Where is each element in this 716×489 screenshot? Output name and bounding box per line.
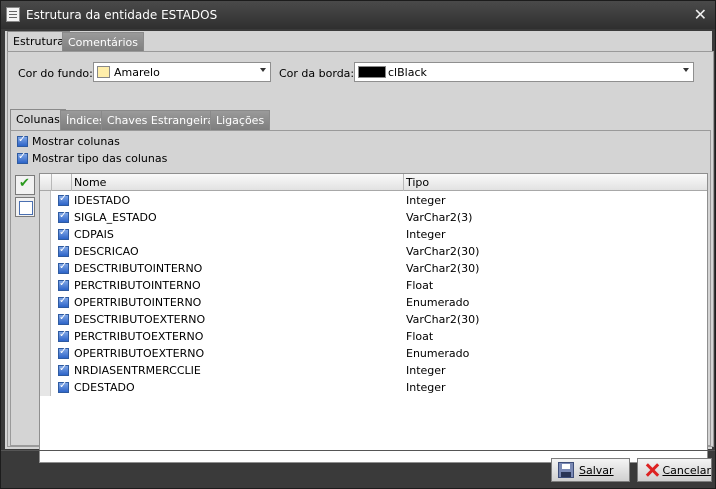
grid-header: Nome Tipo xyxy=(40,174,707,191)
row-checkbox[interactable] xyxy=(58,312,69,325)
column-name: OPERTRIBUTOEXTERNO xyxy=(74,347,205,360)
chevron-down-icon xyxy=(260,68,266,72)
cancel-button[interactable]: Cancelar xyxy=(637,458,712,482)
cor-fundo-swatch xyxy=(97,66,110,78)
columns-grid[interactable]: Nome Tipo IDESTADO Integer SIGLA_ESTADO Va… xyxy=(39,173,708,463)
column-name: DESCRICAO xyxy=(74,245,139,258)
column-type: Integer xyxy=(406,194,446,207)
row-checkbox[interactable] xyxy=(58,346,69,359)
estrutura-panel: Cor do fundo: Amarelo Cor da borda: clBl… xyxy=(7,51,714,463)
table-row[interactable]: CDESTADO Integer xyxy=(51,379,707,396)
row-checkbox[interactable] xyxy=(58,193,69,206)
dialog-window: Estrutura da entidade ESTADOS ✕ Estrutur… xyxy=(0,0,716,489)
column-type: VarChar2(30) xyxy=(406,313,480,326)
tab-colunas[interactable]: Colunas xyxy=(10,109,66,130)
tab-chaves-estrangeiras[interactable]: Chaves Estrangeiras xyxy=(101,110,226,130)
column-name: NRDIASENTRMERCCLIE xyxy=(74,364,201,377)
cor-borda-select[interactable]: clBlack xyxy=(354,62,694,82)
header-tipo[interactable]: Tipo xyxy=(406,176,429,189)
colunas-panel: Mostrar colunas Mostrar tipo das colunas… xyxy=(10,130,711,463)
row-checkbox[interactable] xyxy=(58,295,69,308)
table-row[interactable]: CDPAIS Integer xyxy=(51,226,707,243)
cor-borda-value: clBlack xyxy=(388,66,427,79)
table-row[interactable]: SIGLA_ESTADO VarChar2(3) xyxy=(51,209,707,226)
row-checkbox[interactable] xyxy=(58,227,69,240)
tab-comentarios[interactable]: Comentários xyxy=(62,32,144,52)
column-name: DESCTRIBUTOEXTERNO xyxy=(74,313,206,326)
column-name: OPERTRIBUTOINTERNO xyxy=(74,296,202,309)
column-type: Integer xyxy=(406,381,446,394)
save-button[interactable]: Salvar xyxy=(551,458,630,482)
client-area: Estrutura Comentários Cor do fundo: Amar… xyxy=(5,31,714,463)
table-row[interactable]: DESCTRIBUTOINTERNO VarChar2(30) xyxy=(51,260,707,277)
column-type: Integer xyxy=(406,364,446,377)
cor-fundo-value: Amarelo xyxy=(114,66,160,79)
table-row[interactable]: PERCTRIBUTOEXTERNO Float xyxy=(51,328,707,345)
column-type: Float xyxy=(406,330,434,343)
mostrar-tipo-option[interactable]: Mostrar tipo das colunas xyxy=(17,151,168,165)
cor-fundo-select[interactable]: Amarelo xyxy=(93,62,271,82)
save-button-label: Salvar xyxy=(579,463,614,477)
row-checkbox[interactable] xyxy=(58,329,69,342)
mostrar-colunas-option[interactable]: Mostrar colunas xyxy=(17,134,120,148)
column-type: Enumerado xyxy=(406,296,470,309)
column-type: VarChar2(3) xyxy=(406,211,473,224)
column-name: PERCTRIBUTOINTERNO xyxy=(74,279,201,292)
table-row[interactable]: OPERTRIBUTOINTERNO Enumerado xyxy=(51,294,707,311)
table-row[interactable]: OPERTRIBUTOEXTERNO Enumerado xyxy=(51,345,707,362)
column-type: Float xyxy=(406,279,434,292)
column-name: CDPAIS xyxy=(74,228,114,241)
tab-ligacoes[interactable]: Ligações xyxy=(210,110,271,130)
floppy-disk-icon xyxy=(558,462,574,478)
row-checkbox[interactable] xyxy=(58,261,69,274)
column-name: DESCTRIBUTOINTERNO xyxy=(74,262,203,275)
table-row[interactable]: NRDIASENTRMERCCLIE Integer xyxy=(51,362,707,379)
column-type: Enumerado xyxy=(406,347,470,360)
column-name: IDESTADO xyxy=(74,194,131,207)
cancel-x-icon xyxy=(644,462,657,478)
row-checkbox[interactable] xyxy=(58,363,69,376)
footer-divider xyxy=(1,450,715,451)
table-row[interactable]: DESCTRIBUTOEXTERNO VarChar2(30) xyxy=(51,311,707,328)
table-row[interactable]: PERCTRIBUTOINTERNO Float xyxy=(51,277,707,294)
cor-fundo-label: Cor do fundo: xyxy=(18,67,93,80)
table-row[interactable]: DESCRICAO VarChar2(30) xyxy=(51,243,707,260)
table-icon xyxy=(6,7,20,22)
column-type: VarChar2(30) xyxy=(406,262,480,275)
mostrar-tipo-label: Mostrar tipo das colunas xyxy=(32,152,168,165)
row-indicator-column xyxy=(40,191,51,396)
chevron-down-icon xyxy=(683,68,689,72)
close-icon[interactable]: ✕ xyxy=(694,5,707,24)
column-type: Integer xyxy=(406,228,446,241)
mostrar-colunas-label: Mostrar colunas xyxy=(32,135,120,148)
tab-estrutura[interactable]: Estrutura xyxy=(7,31,71,52)
column-type: VarChar2(30) xyxy=(406,245,480,258)
cor-borda-swatch xyxy=(358,66,386,78)
column-name: SIGLA_ESTADO xyxy=(74,211,157,224)
row-checkbox[interactable] xyxy=(58,278,69,291)
mostrar-colunas-checkbox[interactable] xyxy=(17,134,28,147)
table-row[interactable]: IDESTADO Integer xyxy=(51,192,707,209)
window-title: Estrutura da entidade ESTADOS xyxy=(26,8,218,22)
uncheck-all-button[interactable] xyxy=(15,197,35,217)
mostrar-tipo-checkbox[interactable] xyxy=(17,151,28,164)
check-all-button[interactable] xyxy=(15,175,35,195)
column-name: PERCTRIBUTOEXTERNO xyxy=(74,330,204,343)
row-checkbox[interactable] xyxy=(58,380,69,393)
header-nome[interactable]: Nome xyxy=(74,176,106,189)
cancel-button-label: Cancelar xyxy=(662,463,711,477)
title-bar: Estrutura da entidade ESTADOS ✕ xyxy=(1,1,715,29)
column-name: CDESTADO xyxy=(74,381,135,394)
row-checkbox[interactable] xyxy=(58,210,69,223)
cor-borda-label: Cor da borda: xyxy=(279,67,355,80)
row-checkbox[interactable] xyxy=(58,244,69,257)
